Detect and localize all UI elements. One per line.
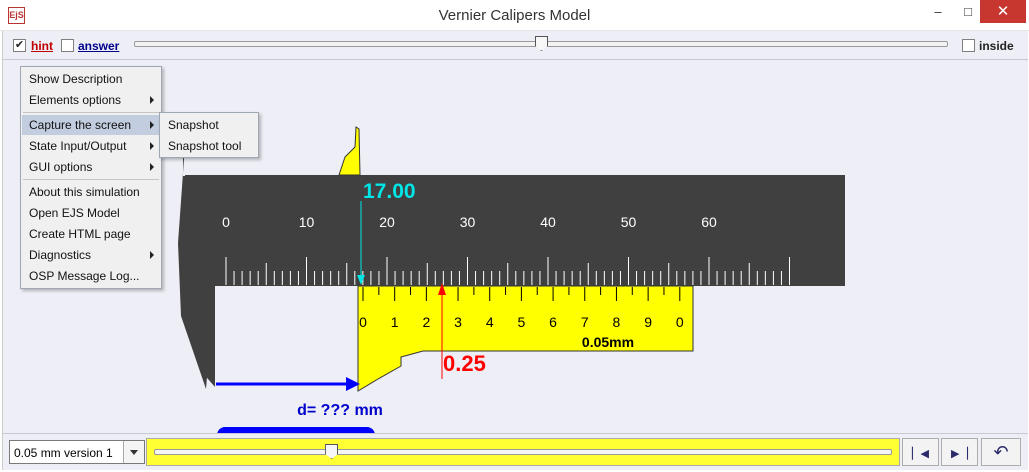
menu-item-diagnostics[interactable]: Diagnostics — [22, 245, 160, 265]
title-bar: EjS Vernier Calipers Model – □ ✕ — [0, 0, 1029, 31]
vernier-scale-label: 5 — [518, 314, 526, 330]
main-scale-label: 40 — [540, 214, 556, 230]
menu-item-label: Capture the screen — [29, 118, 132, 132]
bottom-control-bar: 0.05 mm version 1 ▏◀ ▶▕ ↶ — [3, 433, 1028, 470]
step-forward-icon: ▶▕ — [951, 448, 968, 460]
vernier-scale-label: 0 — [359, 314, 367, 330]
close-button[interactable]: ✕ — [980, 0, 1026, 23]
inside-checkbox[interactable] — [962, 39, 975, 52]
submenu-arrow-icon — [150, 121, 154, 129]
menu-item-about-this-simulation[interactable]: About this simulation — [22, 182, 160, 202]
menu-item-elements-options[interactable]: Elements options — [22, 90, 160, 110]
main-scale-label: 10 — [299, 214, 315, 230]
menu-item-gui-options[interactable]: GUI options — [22, 157, 160, 177]
menu-item-label: Diagnostics — [29, 248, 92, 262]
menu-item-label: Open EJS Model — [29, 206, 120, 220]
vernier-upper-jaw — [338, 126, 361, 176]
least-count-label: 0.05mm — [582, 334, 634, 350]
position-slider-thumb[interactable] — [325, 444, 339, 459]
vernier-scale-label: 2 — [422, 314, 430, 330]
menu-item-label: State Input/Output — [29, 139, 127, 153]
submenu-arrow-icon — [150, 251, 154, 259]
answer-label[interactable]: answer — [78, 39, 119, 53]
main-scale-label: 30 — [460, 214, 476, 230]
vernier-scale-label: 0 — [676, 314, 684, 330]
version-select[interactable]: 0.05 mm version 1 — [9, 440, 145, 464]
submenu-item-snapshot-tool[interactable]: Snapshot tool — [161, 136, 257, 156]
vernier-scale-label: 7 — [581, 314, 589, 330]
vernier-scale-label: 4 — [486, 314, 494, 330]
submenu-arrow-icon — [150, 96, 154, 104]
menu-separator — [23, 179, 159, 180]
menu-item-label: Create HTML page — [29, 227, 131, 241]
capture-submenu: Snapshot Snapshot tool — [159, 112, 259, 158]
main-scale-label: 20 — [379, 214, 395, 230]
menu-item-create-html-page[interactable]: Create HTML page — [22, 224, 160, 244]
top-slider-thumb[interactable] — [535, 36, 548, 51]
window-title: Vernier Calipers Model — [438, 7, 591, 24]
main-scale-label: 0 — [222, 214, 230, 230]
minimize-button[interactable]: – — [923, 0, 953, 23]
menu-item-label: GUI options — [29, 160, 93, 174]
submenu-item-snapshot[interactable]: Snapshot — [161, 115, 257, 135]
step-forward-button[interactable]: ▶▕ — [941, 438, 978, 466]
chevron-down-icon[interactable] — [123, 441, 144, 463]
version-select-value: 0.05 mm version 1 — [14, 446, 113, 460]
menu-item-capture-the-screen[interactable]: Capture the screen — [22, 115, 160, 135]
hint-checkbox[interactable]: ✔ — [13, 39, 26, 52]
vernier-scale-label: 3 — [454, 314, 462, 330]
menu-item-label: About this simulation — [29, 185, 140, 199]
main-scale-label: 60 — [701, 214, 717, 230]
menu-separator — [23, 112, 159, 113]
main-scale-body[interactable] — [185, 175, 845, 286]
maximize-button[interactable]: □ — [953, 0, 983, 23]
top-control-bar: ✔ hint answer inside — [3, 31, 1028, 60]
position-slider[interactable] — [146, 438, 900, 466]
vernier-slider[interactable] — [357, 285, 694, 392]
menu-item-label: Elements options — [29, 93, 122, 107]
position-slider-track[interactable] — [154, 449, 892, 455]
step-back-button[interactable]: ▏◀ — [902, 438, 939, 466]
vernier-reading: 0.25 — [443, 351, 486, 376]
vernier-scale-label: 6 — [549, 314, 557, 330]
hint-label[interactable]: hint — [31, 39, 53, 53]
menu-item-label: Show Description — [29, 72, 123, 86]
menu-item-state-input-output[interactable]: State Input/Output — [22, 136, 160, 156]
main-reading: 17.00 — [363, 180, 416, 203]
window-client-area: ✔ hint answer inside 0 10 20 30 40 50 60 01234… — [2, 31, 1028, 470]
menu-item-open-ejs-model[interactable]: Open EJS Model — [22, 203, 160, 223]
vernier-scale-label: 1 — [391, 314, 399, 330]
reset-button[interactable]: ↶ — [981, 438, 1021, 466]
submenu-arrow-icon — [150, 163, 154, 171]
main-scale-label: 50 — [621, 214, 637, 230]
submenu-arrow-icon — [150, 142, 154, 150]
context-menu: Show Description Elements options Capture … — [20, 66, 162, 289]
reset-icon: ↶ — [993, 442, 1009, 462]
menu-item-show-description[interactable]: Show Description — [22, 69, 160, 89]
vernier-scale-label: 9 — [644, 314, 652, 330]
distance-label: d= ??? mm — [297, 402, 383, 419]
menu-item-osp-message-log[interactable]: OSP Message Log... — [22, 266, 160, 286]
inside-label[interactable]: inside — [979, 39, 1014, 53]
answer-checkbox[interactable] — [61, 39, 74, 52]
vernier-scale-label: 8 — [613, 314, 621, 330]
step-back-icon: ▏◀ — [912, 448, 929, 460]
menu-item-label: OSP Message Log... — [29, 269, 140, 283]
